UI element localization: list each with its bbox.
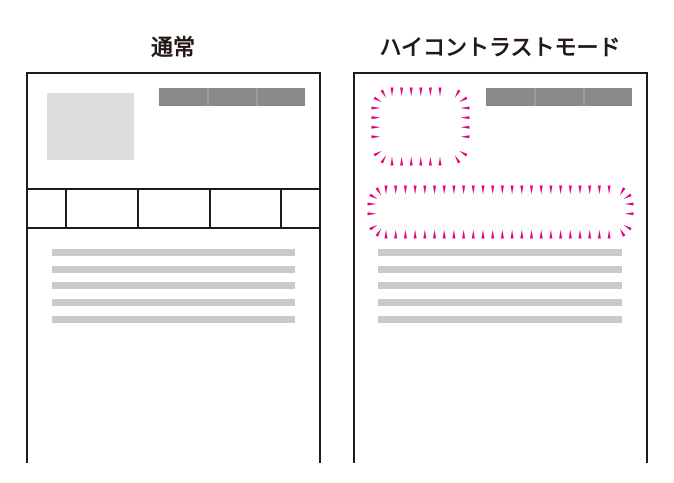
highlight-tick xyxy=(403,185,407,195)
highlight-tick xyxy=(442,229,446,239)
highlight-tick xyxy=(369,224,378,231)
highlight-tick xyxy=(400,156,404,166)
highlight-tick xyxy=(438,87,442,97)
highlight-tick xyxy=(428,87,432,97)
highlight-tick xyxy=(481,185,485,195)
highlight-tick xyxy=(371,125,381,129)
highlight-tick xyxy=(568,229,572,239)
highlight-tick xyxy=(539,185,543,195)
highlight-tick xyxy=(419,87,423,97)
highlight-tick xyxy=(624,202,634,206)
image-placeholder xyxy=(47,93,134,160)
highlight-tick xyxy=(367,212,377,216)
navigation-focus-highlight xyxy=(367,185,634,239)
highlight-tick xyxy=(454,154,461,164)
highlight-tick xyxy=(623,224,632,231)
highlight-tick xyxy=(510,229,514,239)
highlight-tick xyxy=(530,185,533,195)
highlight-tick xyxy=(375,228,382,237)
highlight-tick xyxy=(578,229,582,239)
highlight-tick xyxy=(375,187,382,196)
highlight-tick xyxy=(607,185,611,195)
highlight-tick xyxy=(549,229,553,239)
highlight-tick xyxy=(367,202,377,206)
highlight-tick xyxy=(500,229,504,239)
highlight-tick xyxy=(413,229,417,239)
highlight-tick xyxy=(433,185,436,195)
highlight-tick xyxy=(438,156,442,166)
normal-panel xyxy=(26,72,321,463)
highlight-tick xyxy=(419,156,423,166)
highlight-tick xyxy=(597,185,601,195)
highlight-tick xyxy=(371,135,381,139)
highlight-tick xyxy=(452,229,456,239)
highlight-tick xyxy=(390,156,394,166)
highlight-tick xyxy=(471,185,475,195)
highlight-tick xyxy=(624,212,634,216)
highlight-tick xyxy=(369,193,378,200)
highlight-tick xyxy=(452,185,456,195)
highlight-tick xyxy=(491,185,495,195)
highlight-tick xyxy=(520,229,524,239)
highlight-tick xyxy=(371,116,381,120)
highlight-tick xyxy=(380,89,387,99)
highlight-tick xyxy=(549,185,553,195)
highlight-tick xyxy=(442,185,446,195)
highlight-tick xyxy=(373,150,383,157)
highlight-tick xyxy=(413,185,417,195)
highlight-tick xyxy=(462,229,466,239)
highlight-tick xyxy=(530,229,533,239)
highlight-tick xyxy=(559,185,563,195)
highlight-tick xyxy=(491,229,495,239)
highlight-tick xyxy=(597,229,601,239)
text-lines xyxy=(52,249,295,323)
high-contrast-panel xyxy=(353,72,648,463)
highlight-tick xyxy=(510,185,514,195)
highlight-tick xyxy=(588,229,592,239)
highlight-tick xyxy=(390,87,394,97)
highlight-tick xyxy=(588,185,592,195)
highlight-tick xyxy=(500,185,504,195)
highlight-tick xyxy=(403,229,407,239)
highlight-tick xyxy=(428,156,432,166)
highlight-tick xyxy=(373,96,383,103)
highlight-tick xyxy=(619,228,626,237)
highlight-tick xyxy=(458,96,468,103)
highlight-tick xyxy=(619,187,626,196)
highlight-tick xyxy=(384,229,388,239)
highlight-tick xyxy=(578,185,582,195)
image-focus-highlight xyxy=(371,87,470,166)
highlight-tick xyxy=(423,185,427,195)
highlight-tick xyxy=(394,185,398,195)
highlight-tick xyxy=(409,87,413,97)
header-menu-bar xyxy=(159,88,305,106)
highlight-tick xyxy=(471,229,475,239)
header-menu-bar xyxy=(486,88,632,106)
highlight-tick xyxy=(460,106,470,110)
highlight-tick xyxy=(433,229,436,239)
highlight-tick xyxy=(539,229,543,239)
highlight-tick xyxy=(394,229,398,239)
highlight-tick xyxy=(460,135,470,139)
highlight-tick xyxy=(371,106,381,110)
highlight-tick xyxy=(460,116,470,120)
highlight-tick xyxy=(559,229,563,239)
highlight-tick xyxy=(462,185,466,195)
highlight-tick xyxy=(380,154,387,164)
highlight-tick xyxy=(623,193,632,200)
highlight-tick xyxy=(454,89,461,99)
comparison-diagram xyxy=(26,72,648,463)
highlight-tick xyxy=(458,150,468,157)
highlight-tick xyxy=(520,185,524,195)
highlight-tick xyxy=(384,185,388,195)
highlight-tick xyxy=(423,229,427,239)
highlight-tick xyxy=(607,229,611,239)
highlight-tick xyxy=(400,87,404,97)
highlight-tick xyxy=(568,185,572,195)
text-lines xyxy=(378,249,622,323)
navigation-row xyxy=(27,188,320,229)
highlight-tick xyxy=(409,156,413,166)
highlight-tick xyxy=(481,229,485,239)
highlight-tick xyxy=(460,125,470,129)
